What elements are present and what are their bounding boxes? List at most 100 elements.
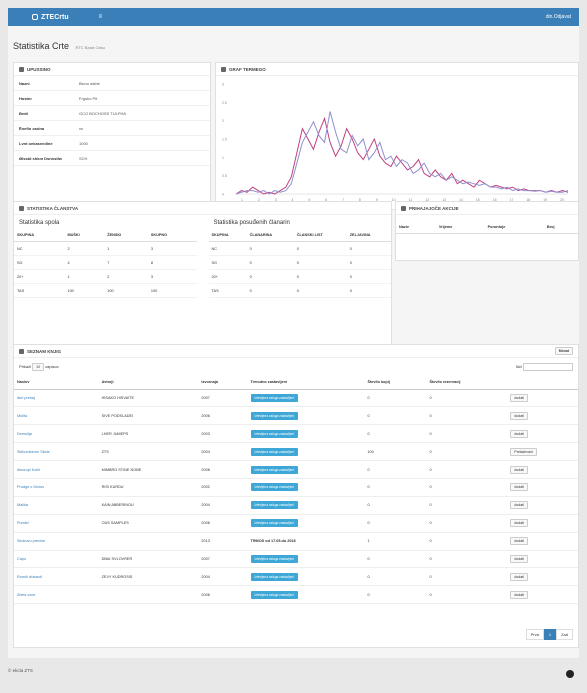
page-size-label: Prikaži [19, 364, 32, 369]
books-header[interactable]: Izvornaja [198, 376, 248, 390]
book-author: LHER JUMEPS [98, 424, 199, 444]
membership-stats-cell: 0 [346, 255, 391, 270]
gender-stats: Statistika spola SKUPINA MUŠKI ŽENSKI SKUPN… [14, 215, 203, 298]
book-copies: 0 [364, 550, 427, 569]
book-row: Iteri prešaj HISAKO HISVAITE 2007 Iztevljen… [14, 389, 578, 408]
membership-stats-header: ČLANARINA [246, 229, 294, 242]
book-status-badge: Iztevljena zaloga zastavljeni [250, 429, 299, 438]
chart-y-tick: 1 [222, 156, 224, 160]
book-action-cell: dodati [507, 424, 578, 444]
books-controls: Prikaži 10 zapisov Išči [14, 358, 578, 376]
book-title-link[interactable]: Skokovo previne [17, 539, 45, 543]
book-reservations: 0 [426, 550, 508, 569]
books-header[interactable]: Število rezervacij [426, 376, 508, 390]
book-action-button[interactable]: dodati [510, 554, 528, 563]
book-author: OUS SAMPLES [98, 514, 199, 533]
books-header[interactable]: Naslov [14, 376, 99, 390]
book-action-button[interactable]: dodati [510, 411, 528, 420]
book-action-button[interactable]: dodati [510, 429, 528, 438]
books-header[interactable]: Trenutno zastavljeni [247, 376, 365, 390]
search-input[interactable] [523, 363, 573, 371]
membership-stats-cell: 20+ [208, 269, 247, 284]
info-panel-title: UPUSSINO [27, 66, 51, 72]
page-size-select[interactable]: 10 [32, 363, 45, 371]
membership-stats-cell: 0 [346, 269, 391, 284]
book-status-text: TRMOS od 17.05.do 2018 [250, 539, 296, 544]
top-navbar: ZTECrtu ≡ din.Odjavat [8, 8, 579, 26]
settings-icon[interactable] [566, 670, 574, 678]
book-action-button[interactable]: dodati [510, 393, 528, 402]
membership-stats: Statistika posuđenih članarin SKUPINA ČLA… [203, 215, 391, 298]
book-action-button[interactable]: dodati [510, 501, 528, 510]
brand-icon [32, 14, 38, 20]
gender-stats-row: 20+ 1 2 3 [14, 269, 197, 284]
book-title-link[interactable]: Demolija [17, 432, 32, 436]
gender-stats-header: MUŠKI [64, 229, 105, 242]
info-row: Bedt GCO BOCHOSS TULPHA [14, 106, 210, 121]
book-author [98, 532, 199, 551]
brand-name: ZTECrtu [41, 13, 69, 21]
book-title-link[interactable]: Romiti dvisanit [17, 575, 42, 579]
gender-stats-cell: 2 [104, 269, 148, 284]
pagination-prev[interactable]: Prvá [525, 629, 544, 640]
menu-icon[interactable]: ≡ [99, 14, 103, 20]
books-header[interactable] [507, 376, 578, 390]
book-row: Skokovo previne 2013 TRMOS od 17.05.do 201… [14, 532, 578, 551]
book-action-button[interactable]: dodati [510, 572, 528, 581]
book-author: ZTS [98, 442, 199, 462]
page-title-text: Statistika Crte [13, 41, 70, 51]
pagination-next[interactable]: Zad [556, 629, 573, 640]
brand-logo[interactable]: ZTECrtu [32, 14, 69, 21]
book-status-cell: Iztevljena zaloga zastavljeni [247, 389, 365, 408]
chart-y-tick: 2.5 [222, 101, 227, 105]
book-row: Demolija LHER JUMEPS 2003 Iztevljena zaloga… [14, 424, 578, 444]
book-title-link[interactable]: Pomlid [17, 521, 29, 525]
book-status-badge: Iztevljena zaloga zastavljeni [250, 590, 299, 599]
gender-stats-header: SKUPNO [147, 229, 197, 242]
info-panel-header: UPUSSINO [14, 63, 210, 76]
search-label: Išči [515, 364, 522, 370]
info-panel: UPUSSINO Nazni Bicno asthe Hostnr Frgsho Pi… [13, 62, 211, 210]
book-reservations: 0 [426, 442, 508, 462]
membership-stats-row: 20+ 0 0 0 [208, 269, 391, 284]
book-title-link[interactable]: Capo [17, 557, 26, 561]
graph-panel-title: GRAF TERMEGO [229, 66, 266, 72]
calendar-icon [401, 205, 406, 211]
pagination-current[interactable]: 1 [543, 629, 557, 640]
book-action-button[interactable]: dodati [510, 465, 528, 474]
books-panel: SEZNAM KNJIG Monat Prikaži 10 zapisov Iš… [13, 344, 579, 648]
books-header[interactable]: Avtorji [98, 376, 199, 390]
book-action-cell: dodati [507, 406, 578, 426]
info-key: Bedt [19, 110, 28, 116]
actions-header: Vrijeme [435, 221, 485, 234]
book-title-link[interactable]: Zbeis ccne [17, 593, 35, 597]
book-action-button[interactable]: dodati [510, 537, 528, 546]
book-title-cell: Iteri prešaj [14, 389, 99, 408]
book-title-link[interactable]: Skihumbeum Skide [17, 450, 50, 454]
book-action-button[interactable]: dodati [510, 483, 528, 492]
books-header[interactable]: Število kopij [364, 376, 427, 390]
chart-y-tick: 3 [222, 83, 224, 87]
export-button[interactable]: Monat [554, 347, 573, 355]
membership-stats-cell: 0 [246, 255, 294, 270]
book-status-cell: Iztevljena zaloga zastavljeni [247, 460, 365, 479]
membership-stats-cell: SG [208, 255, 247, 270]
book-action-button[interactable]: dodati [510, 519, 528, 528]
book-action-cell: dodati [507, 496, 578, 515]
book-title-cell: Skokovo previne [14, 532, 99, 551]
book-title-link[interactable]: Malika [17, 503, 28, 507]
book-title-link[interactable]: Molita [17, 414, 27, 418]
gender-stats-header: SKUPINA [14, 229, 65, 242]
info-row: Ølsstd shkm Dsnnstlw SCH [14, 151, 210, 166]
user-logout-link[interactable]: din.Odjavat [546, 14, 571, 20]
book-title-link[interactable]: Alecrupi Kokil [17, 468, 40, 472]
book-title-link[interactable]: Prudge o Moros [17, 485, 44, 489]
membership-stats-cell: 0 [246, 241, 294, 256]
info-value: Bicno asthe [79, 80, 100, 86]
book-action-button[interactable]: Prelazhvani [510, 447, 537, 456]
book-action-button[interactable]: dodati [510, 590, 528, 599]
actions-header: Broj [543, 221, 578, 234]
gender-stats-row: NC 2 1 3 [14, 241, 197, 256]
book-title-link[interactable]: Iteri prešaj [17, 396, 35, 400]
gender-stats-table: SKUPINA MUŠKI ŽENSKI SKUPNO NC 2 1 3 SG 4 7 8 20+ 1 2… [14, 229, 197, 298]
